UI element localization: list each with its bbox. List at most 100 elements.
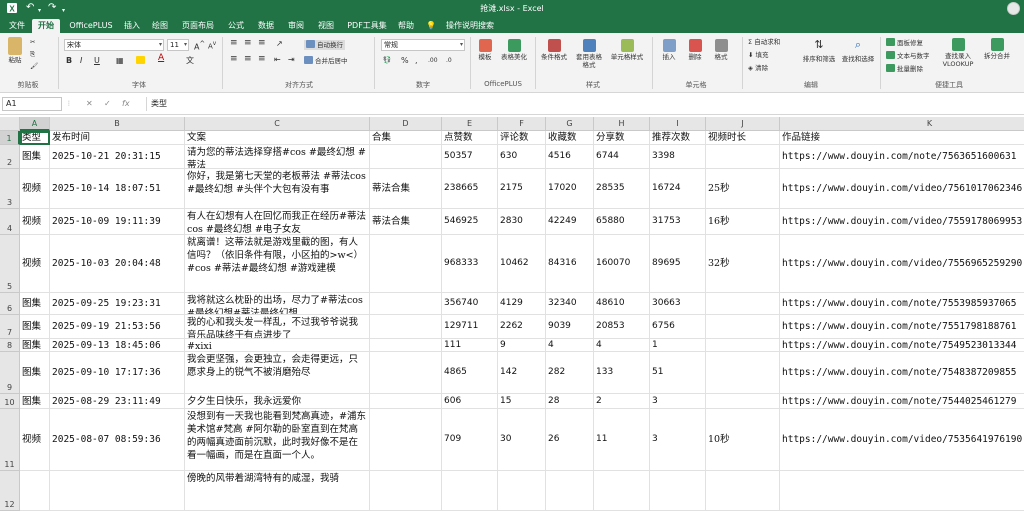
tab-view[interactable]: 视图	[314, 19, 338, 33]
table-cell[interactable]: 238665	[442, 169, 498, 209]
bold-button[interactable]: B	[66, 56, 72, 65]
tab-data[interactable]: 数据	[254, 19, 278, 33]
increase-decimal-icon[interactable]: .00	[428, 56, 438, 65]
table-cell[interactable]: 42249	[546, 209, 594, 235]
table-cell[interactable]: 3	[650, 409, 706, 471]
decrease-decimal-icon[interactable]: .0	[446, 56, 452, 65]
table-cell[interactable]: 没想到有一天我也能看到梵高真迹，#浦东美术馆#梵高 #阿尔勒的卧室直到在梵高的两…	[185, 409, 370, 471]
indent-increase-icon[interactable]: ⇥	[288, 55, 295, 64]
table-cell[interactable]: https://www.douyin.com/note/754952301334…	[780, 339, 1024, 352]
format-cells-button[interactable]: 格式	[710, 39, 732, 61]
row-header[interactable]: 9	[0, 352, 20, 394]
table-cell[interactable]: 2025-09-13 18:45:06	[50, 339, 185, 352]
row-header[interactable]: 12	[0, 471, 20, 511]
tab-page-layout[interactable]: 页面布局	[178, 19, 218, 33]
header-cell[interactable]: 收藏数	[546, 131, 594, 145]
table-cell[interactable]: 15	[498, 394, 546, 409]
table-cell[interactable]: #xixi	[185, 339, 370, 352]
table-cell[interactable]	[706, 315, 780, 339]
table-cell[interactable]: 968333	[442, 235, 498, 293]
header-cell[interactable]: 文案	[185, 131, 370, 145]
table-cell[interactable]: 有人在幻想有人在回忆而我正在经历#蒂法cos #最终幻想 #电子女友	[185, 209, 370, 235]
table-cell[interactable]: 28	[546, 394, 594, 409]
table-cell[interactable]: 2025-10-03 20:04:48	[50, 235, 185, 293]
number-format-select[interactable]: 常规 ▾	[381, 39, 465, 51]
table-cell[interactable]: 2025-10-21 20:31:15	[50, 145, 185, 169]
row-header[interactable]: 3	[0, 169, 20, 209]
table-cell[interactable]	[370, 352, 442, 394]
table-cell[interactable]: https://www.douyin.com/video/75569652592…	[780, 235, 1024, 293]
header-cell[interactable]: 作品链接	[780, 131, 1024, 145]
table-cell[interactable]: 48610	[594, 293, 650, 315]
table-cell[interactable]: 2175	[498, 169, 546, 209]
column-header-a[interactable]: A	[20, 117, 50, 131]
table-cell[interactable]: 图集	[20, 315, 50, 339]
table-cell[interactable]	[50, 471, 185, 511]
decrease-font-icon[interactable]: Av	[208, 40, 216, 51]
table-cell[interactable]: 89695	[650, 235, 706, 293]
table-cell[interactable]: https://www.douyin.com/note/754838720985…	[780, 352, 1024, 394]
table-cell[interactable]	[370, 315, 442, 339]
column-header-j[interactable]: J	[706, 117, 780, 131]
table-cell[interactable]: 32340	[546, 293, 594, 315]
column-header-c[interactable]: C	[185, 117, 370, 131]
table-cell[interactable]: 我的心和我头发一样乱，不过我爷爷说我音乐品味终于有点进步了	[185, 315, 370, 339]
tab-draw[interactable]: 绘图	[148, 19, 172, 33]
align-left-icon[interactable]: ≡	[230, 55, 238, 64]
split-merge-button[interactable]: 拆分合并	[982, 38, 1012, 60]
more-icon[interactable]: ⋮	[66, 97, 72, 111]
clear-button[interactable]: ◈ 清除	[748, 64, 768, 73]
row-header[interactable]: 8	[0, 339, 20, 352]
table-cell[interactable]	[370, 394, 442, 409]
fill-button[interactable]: ⬇ 填充	[748, 51, 769, 60]
table-cell[interactable]: 请为您的蒂法选择穿搭#cos #最终幻想 #蒂法	[185, 145, 370, 169]
autosum-button[interactable]: Σ 自动求和	[748, 38, 780, 47]
row-header[interactable]: 4	[0, 209, 20, 235]
column-header-b[interactable]: B	[50, 117, 185, 131]
tab-insert[interactable]: 插入	[120, 19, 144, 33]
table-cell[interactable]: 160070	[594, 235, 650, 293]
table-cell[interactable]: 11	[594, 409, 650, 471]
table-cell[interactable]: https://www.douyin.com/video/75356419761…	[780, 409, 1024, 471]
find-select-button[interactable]: ⌕ 查找和选择	[840, 38, 876, 63]
table-cell[interactable]	[594, 471, 650, 511]
table-cell[interactable]: 51	[650, 352, 706, 394]
column-header-d[interactable]: D	[370, 117, 442, 131]
table-cell[interactable]: 10秒	[706, 409, 780, 471]
phonetic-icon[interactable]: 文	[186, 56, 194, 65]
table-beautify-button[interactable]: 表格美化	[498, 39, 530, 61]
table-cell[interactable]: 傍晚的风带着湖湾特有的咸湿，我骑	[185, 471, 370, 511]
table-cell[interactable]: 4865	[442, 352, 498, 394]
table-cell[interactable]: 20853	[594, 315, 650, 339]
table-cell[interactable]	[370, 409, 442, 471]
table-cell[interactable]: 图集	[20, 394, 50, 409]
cut-icon[interactable]: ✂	[30, 38, 35, 47]
align-center-icon[interactable]: ≡	[244, 55, 252, 64]
insert-cells-button[interactable]: 插入	[658, 39, 680, 61]
table-cell[interactable]: 2262	[498, 315, 546, 339]
font-color-icon[interactable]: A	[158, 54, 164, 63]
table-cell[interactable]: 夕夕生日快乐，我永远爱你	[185, 394, 370, 409]
batch-delete-button[interactable]: 批量删除	[886, 64, 923, 74]
table-cell[interactable]: 我会更坚强，会更独立，会走得更远，只愿求身上的锐气不被消磨殆尽	[185, 352, 370, 394]
cell-styles-button[interactable]: 单元格样式	[610, 39, 644, 61]
header-cell[interactable]: 合集	[370, 131, 442, 145]
spreadsheet-grid[interactable]: A B C D E F G H I J K 1 类型 发布时间 文案 合集 点赞数 评论数 收藏数 分享数 推荐次数 视频…	[0, 117, 1024, 512]
tell-me-search[interactable]: 操作说明搜索	[440, 19, 500, 33]
copy-icon[interactable]: ⎘	[30, 50, 35, 59]
table-cell[interactable]: 2025-08-29 23:11:49	[50, 394, 185, 409]
table-cell[interactable]: 2025-10-09 19:11:39	[50, 209, 185, 235]
column-header-k[interactable]: K	[780, 117, 1024, 131]
tab-review[interactable]: 审阅	[284, 19, 308, 33]
table-cell[interactable]: 709	[442, 409, 498, 471]
table-cell[interactable]: 3	[650, 394, 706, 409]
format-as-table-button[interactable]: 套用表格格式	[574, 39, 604, 69]
table-cell[interactable]: 28535	[594, 169, 650, 209]
table-cell[interactable]	[706, 471, 780, 511]
table-cell[interactable]	[498, 471, 546, 511]
table-cell[interactable]: 视频	[20, 169, 50, 209]
table-cell[interactable]: 图集	[20, 145, 50, 169]
increase-font-icon[interactable]: A^	[194, 40, 205, 52]
table-cell[interactable]: 2025-09-19 21:53:56	[50, 315, 185, 339]
align-middle-icon[interactable]: ≡	[244, 39, 252, 48]
